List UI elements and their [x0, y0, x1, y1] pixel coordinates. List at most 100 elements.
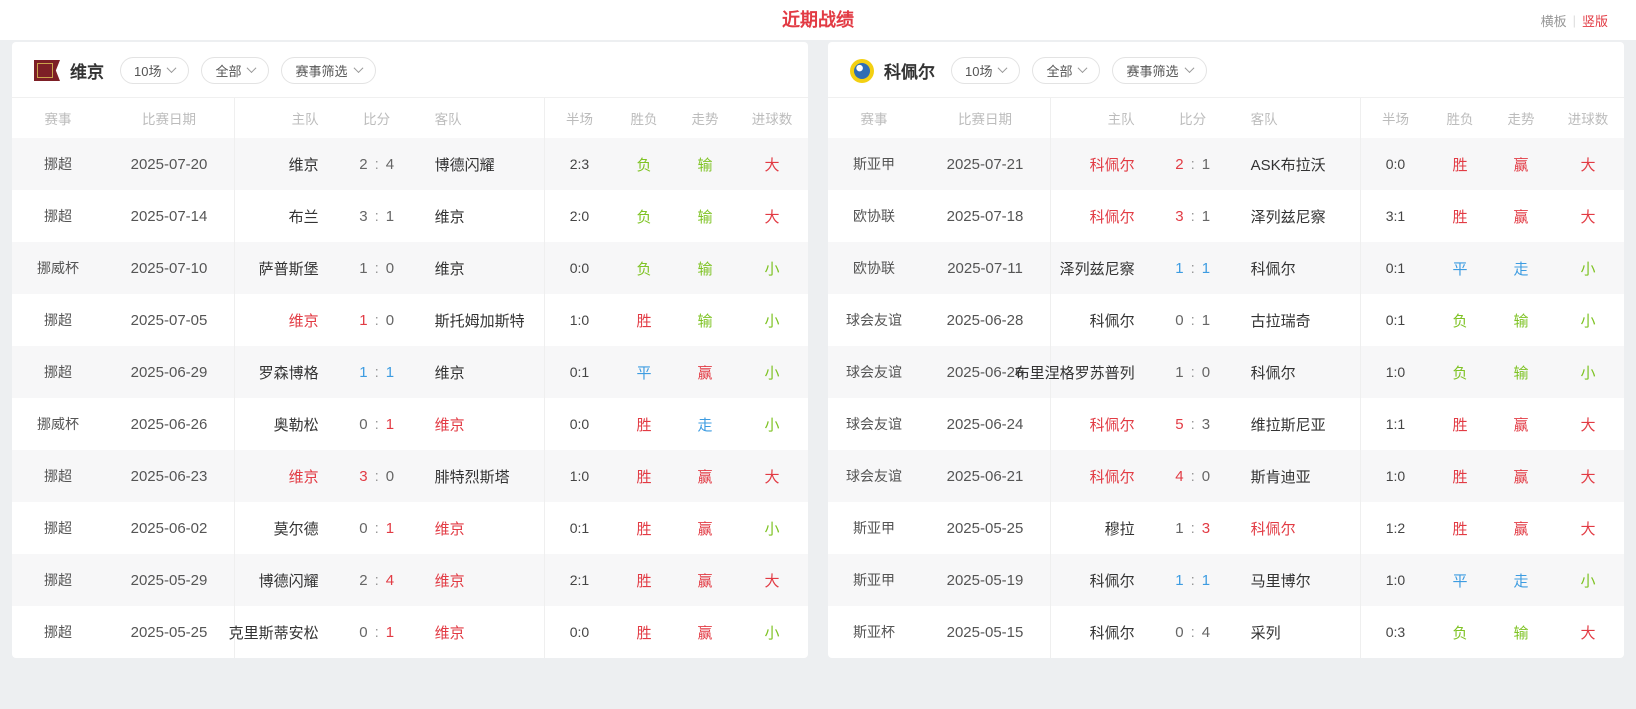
chevron-down-icon: [1078, 63, 1088, 73]
toggle-horizontal[interactable]: 横板: [1541, 11, 1567, 30]
result-cell: 负: [1430, 362, 1490, 383]
trend-cell: 输: [674, 310, 736, 331]
away-score: 0: [386, 312, 394, 329]
home-team: 泽列兹尼察: [1050, 242, 1149, 294]
match-row[interactable]: 挪超 2025-05-29 博德闪耀 2 : 4 维京 2:1 胜 赢 大: [12, 554, 808, 606]
trend-cell: 赢: [1490, 518, 1552, 539]
home-score: 2: [359, 572, 367, 589]
competition-cell: 挪威杯: [12, 414, 104, 434]
score-cell: 1 : 1: [1149, 260, 1237, 277]
away-score: 0: [386, 260, 394, 277]
filter-dropdown-label: 赛事筛选: [295, 61, 347, 80]
home-team: 克里斯蒂安松: [234, 606, 333, 658]
match-row[interactable]: 斯亚甲 2025-07-21 科佩尔 2 : 1 ASK布拉沃 0:0 胜 赢 …: [828, 138, 1624, 190]
filter-dropdown[interactable]: 10场: [120, 57, 189, 84]
match-row[interactable]: 欧协联 2025-07-18 科佩尔 3 : 1 泽列兹尼察 3:1 胜 赢 大: [828, 190, 1624, 242]
col-header-score: 比分: [1149, 108, 1237, 128]
halftime-score: 1:0: [1360, 346, 1430, 398]
away-score: 1: [386, 520, 394, 537]
panel-header: 维京 10场 全部 赛事筛选: [12, 42, 808, 97]
score-colon: :: [1191, 416, 1195, 433]
match-row[interactable]: 挪超 2025-06-02 莫尔德 0 : 1 维京 0:1 胜 赢 小: [12, 502, 808, 554]
goals-cell: 小: [1552, 570, 1624, 591]
home-team: 布兰: [234, 190, 333, 242]
filter-dropdown-label: 全部: [1046, 61, 1072, 80]
away-score: 0: [1202, 468, 1210, 485]
away-team: 维京: [421, 570, 544, 591]
col-header-home: 主队: [234, 98, 333, 138]
chevron-down-icon: [167, 63, 177, 73]
filter-dropdown[interactable]: 全部: [1032, 57, 1100, 84]
col-header-result: 胜负: [614, 108, 674, 128]
goals-cell: 小: [736, 622, 808, 643]
home-team: 科佩尔: [1050, 606, 1149, 658]
toggle-vertical[interactable]: 竖版: [1582, 11, 1608, 30]
goals-cell: 小: [1552, 362, 1624, 383]
date-cell: 2025-06-26: [104, 416, 234, 433]
score-colon: :: [375, 572, 379, 589]
halftime-score: 0:0: [544, 398, 614, 450]
home-score: 1: [359, 260, 367, 277]
away-score: 1: [1202, 156, 1210, 173]
goals-cell: 小: [736, 414, 808, 435]
match-row[interactable]: 挪威杯 2025-07-10 萨普斯堡 1 : 0 维京 0:0 负 输 小: [12, 242, 808, 294]
result-cell: 胜: [614, 518, 674, 539]
score-cell: 0 : 1: [333, 416, 421, 433]
goals-cell: 小: [1552, 258, 1624, 279]
competition-cell: 欧协联: [828, 258, 920, 278]
home-score: 1: [359, 364, 367, 381]
result-cell: 平: [1430, 258, 1490, 279]
match-row[interactable]: 挪超 2025-05-25 克里斯蒂安松 0 : 1 维京 0:0 胜 赢 小: [12, 606, 808, 658]
halftime-score: 1:1: [1360, 398, 1430, 450]
match-row[interactable]: 挪超 2025-07-05 维京 1 : 0 斯托姆加斯特 1:0 胜 输 小: [12, 294, 808, 346]
halftime-score: 1:0: [1360, 554, 1430, 606]
match-row[interactable]: 斯亚杯 2025-05-15 科佩尔 0 : 4 采列 0:3 负 输 大: [828, 606, 1624, 658]
away-team: 斯肯迪亚: [1237, 466, 1360, 487]
match-row[interactable]: 斯亚甲 2025-05-25 穆拉 1 : 3 科佩尔 1:2 胜 赢 大: [828, 502, 1624, 554]
match-row[interactable]: 斯亚甲 2025-05-19 科佩尔 1 : 1 马里博尔 1:0 平 走 小: [828, 554, 1624, 606]
trend-cell: 走: [1490, 258, 1552, 279]
filter-dropdown[interactable]: 赛事筛选: [1112, 57, 1206, 84]
filter-dropdown[interactable]: 10场: [951, 57, 1020, 84]
home-team: 萨普斯堡: [234, 242, 333, 294]
match-row[interactable]: 球会友谊 2025-06-21 科佩尔 4 : 0 斯肯迪亚 1:0 胜 赢 大: [828, 450, 1624, 502]
result-cell: 负: [614, 154, 674, 175]
match-row[interactable]: 球会友谊 2025-06-28 科佩尔 0 : 1 古拉瑞奇 0:1 负 输 小: [828, 294, 1624, 346]
away-score: 1: [1202, 208, 1210, 225]
match-row[interactable]: 球会友谊 2025-06-24 科佩尔 5 : 3 维拉斯尼亚 1:1 胜 赢 …: [828, 398, 1624, 450]
score-colon: :: [375, 624, 379, 641]
match-row[interactable]: 挪超 2025-07-14 布兰 3 : 1 维京 2:0 负 输 大: [12, 190, 808, 242]
filter-dropdown[interactable]: 赛事筛选: [281, 57, 375, 84]
home-score: 5: [1175, 416, 1183, 433]
home-team: 科佩尔: [1050, 138, 1149, 190]
result-cell: 胜: [614, 310, 674, 331]
filter-dropdown-label: 10场: [134, 61, 161, 80]
halftime-score: 1:0: [1360, 450, 1430, 502]
home-team: 莫尔德: [234, 502, 333, 554]
result-cell: 平: [1430, 570, 1490, 591]
result-cell: 负: [614, 258, 674, 279]
result-cell: 胜: [1430, 466, 1490, 487]
goals-cell: 小: [736, 518, 808, 539]
home-score: 0: [359, 416, 367, 433]
home-team: 维京: [234, 450, 333, 502]
match-row[interactable]: 挪超 2025-07-20 维京 2 : 4 博德闪耀 2:3 负 输 大: [12, 138, 808, 190]
competition-cell: 斯亚甲: [828, 154, 920, 174]
away-score: 1: [386, 364, 394, 381]
trend-cell: 赢: [674, 622, 736, 643]
goals-cell: 大: [1552, 206, 1624, 227]
halftime-score: 0:0: [1360, 138, 1430, 190]
match-row[interactable]: 球会友谊 2025-06-26 布里涅格罗苏普列 1 : 0 科佩尔 1:0 负…: [828, 346, 1624, 398]
col-header-date: 比赛日期: [104, 108, 234, 128]
away-team: 泽列兹尼察: [1237, 206, 1360, 227]
halftime-score: 0:0: [544, 242, 614, 294]
match-row[interactable]: 挪威杯 2025-06-26 奥勒松 0 : 1 维京 0:0 胜 走 小: [12, 398, 808, 450]
match-row[interactable]: 挪超 2025-06-23 维京 3 : 0 腓特烈斯塔 1:0 胜 赢 大: [12, 450, 808, 502]
filter-dropdown[interactable]: 全部: [201, 57, 269, 84]
match-row[interactable]: 挪超 2025-06-29 罗森博格 1 : 1 维京 0:1 平 赢 小: [12, 346, 808, 398]
home-score: 1: [1175, 364, 1183, 381]
date-cell: 2025-07-18: [920, 208, 1050, 225]
match-row[interactable]: 欧协联 2025-07-11 泽列兹尼察 1 : 1 科佩尔 0:1 平 走 小: [828, 242, 1624, 294]
trend-cell: 赢: [1490, 154, 1552, 175]
score-cell: 4 : 0: [1149, 468, 1237, 485]
